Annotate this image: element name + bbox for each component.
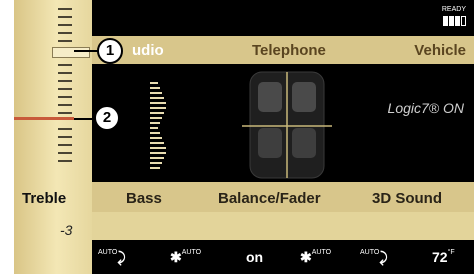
temperature[interactable]: 72°F xyxy=(432,249,455,265)
scale-tick xyxy=(58,112,72,114)
scale-tick xyxy=(58,96,72,98)
fan-icon: ✱ xyxy=(300,249,312,265)
scale-tick xyxy=(58,144,72,146)
callout-line-1 xyxy=(74,50,98,52)
scale-tick xyxy=(58,128,72,130)
fan-auto-left[interactable]: ✱AUTO xyxy=(170,249,201,266)
menu-3d-sound[interactable]: 3D Sound xyxy=(372,190,442,207)
level-bars xyxy=(150,82,172,177)
scale-tick xyxy=(58,8,72,10)
scale-tick xyxy=(58,104,72,106)
scale-tick xyxy=(58,88,72,90)
audio-screen: Treble -3 READY udio Telephone Vehicle L… xyxy=(14,0,474,274)
sound-menu: Bass Balance/Fader 3D Sound xyxy=(92,182,474,212)
callout-1: 1 xyxy=(97,38,123,64)
main-area: READY udio Telephone Vehicle Logic7® ON … xyxy=(92,0,474,274)
sub-bar xyxy=(92,212,474,240)
menu-balance-fader[interactable]: Balance/Fader xyxy=(218,190,321,207)
car-seating-diagram[interactable] xyxy=(232,70,342,180)
menu-vehicle[interactable]: Vehicle xyxy=(414,42,466,59)
top-menu: udio Telephone Vehicle xyxy=(92,36,474,64)
fan-auto-right[interactable]: ✱AUTO xyxy=(300,249,331,266)
scale-tick xyxy=(58,40,72,42)
treble-center-knob[interactable] xyxy=(52,47,90,58)
climate-left-auto[interactable]: AUTO⤸ xyxy=(98,249,126,266)
treble-level-marker[interactable] xyxy=(14,117,74,120)
scale-tick xyxy=(58,152,72,154)
scale-tick xyxy=(58,32,72,34)
climate-right-auto[interactable]: AUTO⤸ xyxy=(360,249,388,266)
callout-2: 2 xyxy=(94,105,120,131)
menu-audio[interactable]: udio xyxy=(132,42,164,59)
seat-icon: ⤸ xyxy=(379,249,388,265)
scale-tick xyxy=(58,80,72,82)
scale-tick xyxy=(58,136,72,138)
status-indicator: READY xyxy=(442,6,466,26)
signal-icon xyxy=(442,16,466,26)
ready-label: READY xyxy=(441,6,466,13)
menu-bass[interactable]: Bass xyxy=(126,190,162,207)
seat-icon: ⤸ xyxy=(117,249,126,265)
scale-tick xyxy=(58,16,72,18)
treble-label: Treble xyxy=(22,190,67,207)
treble-value: -3 xyxy=(60,222,73,238)
fan-icon: ✱ xyxy=(170,249,182,265)
menu-telephone[interactable]: Telephone xyxy=(252,42,326,59)
scale-tick xyxy=(58,72,72,74)
scale-tick xyxy=(58,24,72,26)
treble-panel[interactable]: Treble -3 xyxy=(14,0,92,274)
callout-line-2 xyxy=(74,118,94,120)
treble-scale[interactable] xyxy=(58,8,88,168)
climate-bar: AUTO⤸ ✱AUTO on ✱AUTO AUTO⤸ 72°F xyxy=(92,240,474,274)
scale-tick xyxy=(58,64,72,66)
logic7-status: Logic7® ON xyxy=(387,100,464,116)
climate-on[interactable]: on xyxy=(246,249,263,265)
scale-tick xyxy=(58,160,72,162)
